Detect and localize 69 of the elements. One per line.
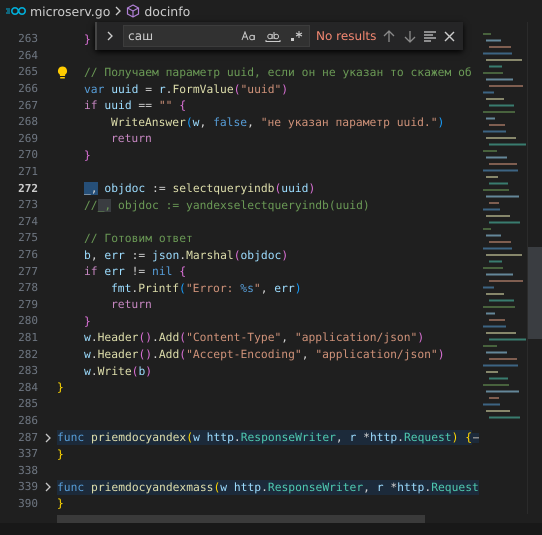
line-number: 286	[17, 414, 38, 428]
code-line: if uuid == "" {	[84, 98, 186, 114]
whole-word-toggle[interactable]	[263, 30, 284, 42]
line-number: 270	[17, 148, 38, 162]
line-number: 338	[17, 464, 38, 478]
scrollbar-thumb[interactable]	[528, 247, 542, 339]
go-file-icon	[6, 6, 26, 16]
code-line: fmt.Printf("Error: %s", err)	[111, 280, 302, 296]
line-number: 337	[17, 447, 38, 462]
code-line: // Получаем параметр uuid, если он не указан то скажем об	[84, 64, 472, 80]
line-number: 274	[17, 214, 38, 229]
breadcrumb-item[interactable]: docinfo	[144, 4, 190, 18]
fold-chevron-icon[interactable]	[44, 482, 52, 492]
line-number: 268	[17, 115, 38, 130]
code-line: return	[111, 297, 152, 312]
line-number: 267	[17, 98, 38, 113]
chevron-icon	[114, 6, 122, 16]
line-number: 281	[17, 330, 38, 345]
code-line: }	[57, 446, 64, 462]
code-line: w.Header().Add("Content-Type", "application/json")	[84, 330, 424, 346]
line-number: 264	[17, 48, 38, 63]
breadcrumb-item[interactable]: microserv.go	[30, 4, 110, 18]
line-number: 284	[17, 380, 38, 395]
line-number: 269	[17, 132, 38, 146]
chevron-icon[interactable]	[106, 31, 114, 41]
line-number: 263	[17, 32, 38, 46]
fold-chevron-icon[interactable]	[44, 432, 52, 443]
code-line: // Готовим ответ	[84, 230, 193, 246]
line-number: 276	[17, 248, 38, 262]
find-input[interactable]: саш	[123, 25, 310, 47]
code-line: b, err := json.Marshal(objdoc)	[84, 248, 288, 263]
line-number: 285	[17, 397, 38, 412]
line-number: 280	[17, 314, 38, 328]
code-line: var uuid = r.FormValue("uuid")	[84, 82, 288, 97]
code-line: }	[84, 148, 91, 163]
line-number: 339	[17, 480, 38, 494]
code-line: }	[84, 314, 91, 329]
line-number: 282	[17, 348, 38, 362]
line-number: 279	[17, 298, 38, 312]
line-number: 272	[17, 182, 38, 196]
cube-icon	[126, 4, 140, 18]
line-number: 271	[17, 165, 38, 180]
line-number: 273	[17, 198, 38, 212]
line-number: 287	[17, 430, 38, 445]
code-line: w.Write(b)	[84, 364, 152, 379]
arrow-down-icon[interactable]	[404, 30, 416, 42]
code-line: WriteAnswer(w, false, "не указан параметр uuid.")	[111, 114, 444, 130]
line-number: 266	[17, 82, 38, 96]
code-line: return	[111, 131, 152, 146]
arrow-up-icon[interactable]	[383, 30, 396, 42]
line-number: 390	[17, 496, 38, 511]
code-line: if err != nil {	[84, 264, 186, 280]
code-line: _, objdoc := selectqueryindb(uuid)	[84, 181, 316, 196]
folded-ellipsis-icon[interactable]	[472, 432, 479, 443]
code-line: }	[57, 380, 64, 396]
find-status: No results	[316, 29, 376, 43]
code-line: }	[84, 32, 91, 47]
code-line: w.Header().Add("Accept-Encoding", "application/json")	[84, 347, 445, 362]
line-number: 277	[17, 264, 38, 279]
line-number: 265	[17, 65, 38, 80]
line-number: 275	[17, 231, 38, 246]
horizontal-scrollbar[interactable]	[57, 515, 425, 523]
close-icon[interactable]	[444, 30, 456, 42]
line-number: 283	[17, 364, 38, 378]
code-line: }	[57, 496, 64, 512]
lines-icon[interactable]	[422, 30, 437, 42]
line-number: 278	[17, 281, 38, 296]
code-line: //_, objdoc := yandexselectqueryindb(uuid)	[84, 198, 370, 213]
lightbulb-icon[interactable]	[57, 66, 68, 79]
